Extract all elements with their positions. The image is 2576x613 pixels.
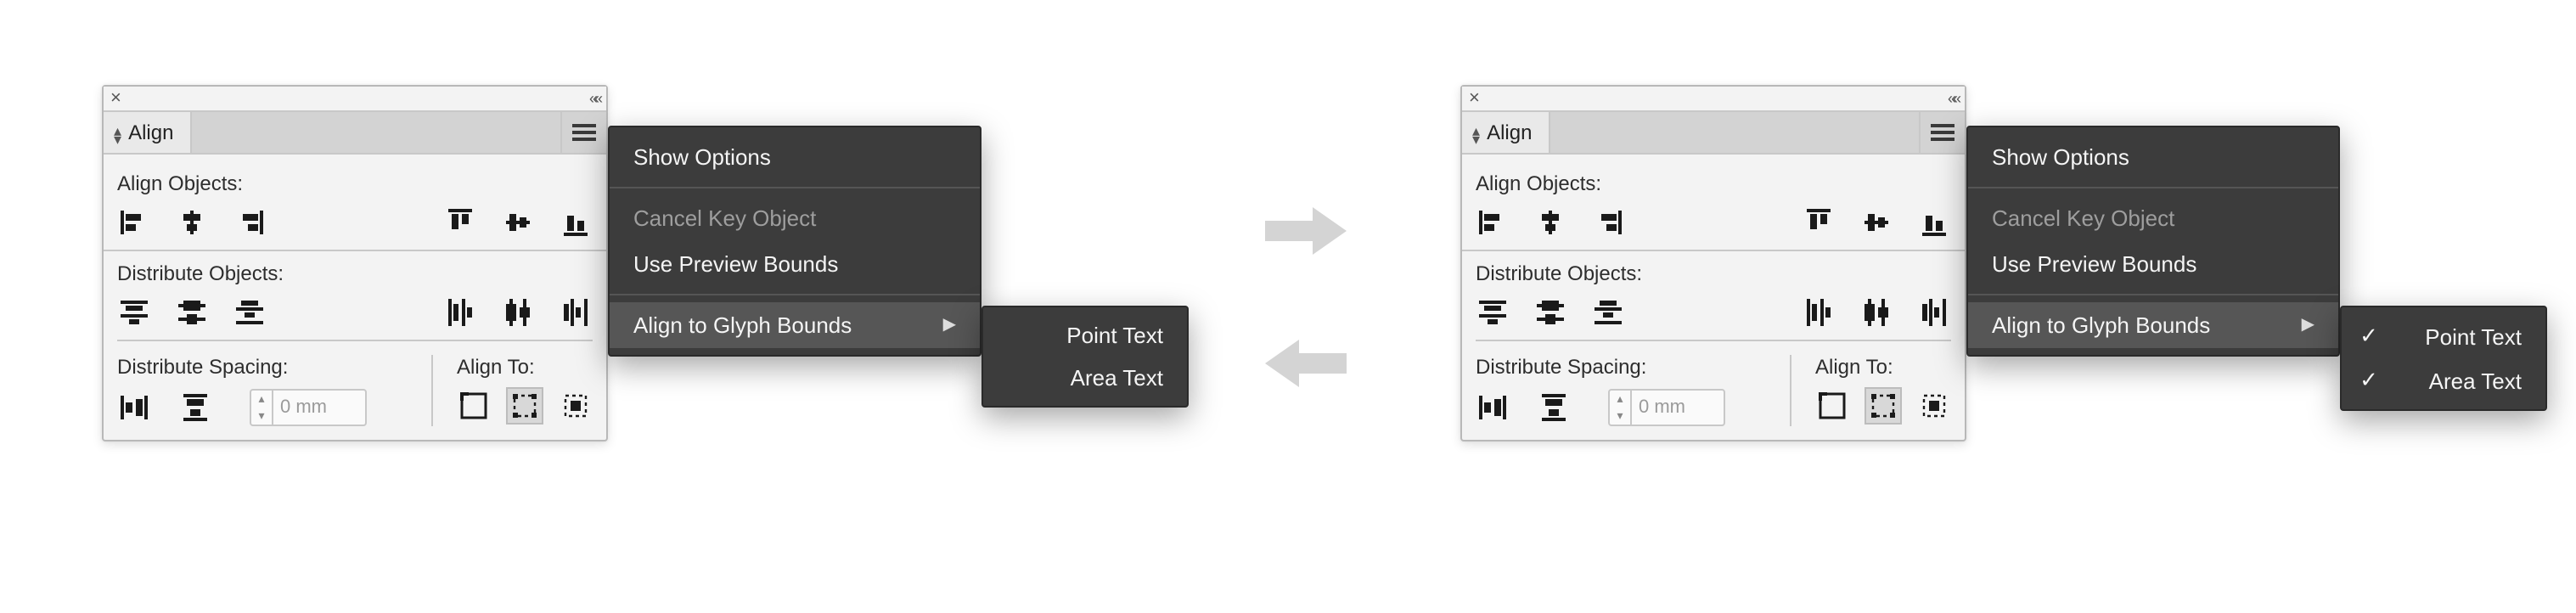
menu-show-options[interactable]: Show Options bbox=[610, 134, 980, 180]
align-to-label: Align To: bbox=[1815, 355, 1951, 379]
collapse-icon[interactable]: «« bbox=[589, 90, 599, 107]
transition-arrows bbox=[1265, 204, 1347, 391]
align-vcenter-button[interactable] bbox=[501, 205, 535, 239]
check-icon: ✓ bbox=[2359, 323, 2379, 350]
align-panel: × «« ▴▾ Align Align Objects: bbox=[1460, 85, 1966, 441]
align-panel: × «« ▴▾ Align Align Objects: bbox=[102, 85, 608, 441]
panel-tab-bar: ▴▾ Align bbox=[1462, 112, 1965, 155]
align-panel-with-menu-right: × «« ▴▾ Align Align Objects: bbox=[1460, 85, 1966, 441]
glyph-bounds-submenu: Point Text Area Text bbox=[981, 306, 1189, 408]
chevron-right-icon: ▶ bbox=[943, 316, 956, 335]
collapse-icon[interactable]: «« bbox=[1948, 90, 1958, 107]
menu-align-to-glyph-bounds[interactable]: Align to Glyph Bounds▶ bbox=[610, 302, 980, 348]
hdist-left-button[interactable] bbox=[443, 295, 477, 329]
submenu-area-text[interactable]: ✓Area Text bbox=[2342, 358, 2545, 402]
hspace-button[interactable] bbox=[178, 391, 212, 425]
align-left-button[interactable] bbox=[1476, 205, 1510, 239]
align-objects-label: Align Objects: bbox=[117, 172, 593, 195]
align-hcenter-button[interactable] bbox=[175, 205, 209, 239]
align-to-selection-button[interactable] bbox=[1866, 389, 1900, 423]
menu-separator bbox=[610, 294, 980, 295]
hdist-right-button[interactable] bbox=[1917, 295, 1951, 329]
align-top-button[interactable] bbox=[443, 205, 477, 239]
align-right-button[interactable] bbox=[1591, 205, 1625, 239]
submenu-area-text[interactable]: Area Text bbox=[983, 357, 1187, 399]
menu-use-preview-bounds[interactable]: Use Preview Bounds bbox=[610, 241, 980, 287]
align-panel-with-menu-left: × «« ▴▾ Align Align Objects: bbox=[102, 85, 608, 441]
vdist-bottom-button[interactable] bbox=[233, 295, 267, 329]
panel-flyout-menu: Show Options Cancel Key Object Use Previ… bbox=[608, 126, 981, 357]
menu-align-to-glyph-bounds[interactable]: Align to Glyph Bounds▶ bbox=[1968, 302, 2338, 348]
align-to-key-object-button[interactable] bbox=[559, 389, 593, 423]
tab-align[interactable]: ▴▾ Align bbox=[1462, 112, 1550, 153]
chevron-right-icon: ▶ bbox=[2302, 316, 2314, 335]
align-right-button[interactable] bbox=[233, 205, 267, 239]
vdist-center-button[interactable] bbox=[175, 295, 209, 329]
align-to-artboard-button[interactable] bbox=[1815, 389, 1849, 423]
hamburger-icon bbox=[572, 124, 596, 141]
menu-cancel-key-object: Cancel Key Object bbox=[610, 195, 980, 241]
align-to-artboard-button[interactable] bbox=[457, 389, 491, 423]
stepper-arrows-icon[interactable]: ▴▾ bbox=[1610, 391, 1632, 425]
hamburger-icon bbox=[1931, 124, 1954, 141]
panel-drag-bar[interactable]: × «« bbox=[1462, 87, 1965, 112]
distribute-objects-label: Distribute Objects: bbox=[117, 262, 593, 285]
align-to-label: Align To: bbox=[457, 355, 593, 379]
align-left-button[interactable] bbox=[117, 205, 151, 239]
align-vcenter-button[interactable] bbox=[1859, 205, 1893, 239]
vdist-bottom-button[interactable] bbox=[1591, 295, 1625, 329]
distribute-spacing-label: Distribute Spacing: bbox=[1476, 355, 1752, 379]
panel-flyout-button[interactable] bbox=[1919, 112, 1965, 153]
hspace-button[interactable] bbox=[1537, 391, 1571, 425]
distribute-spacing-label: Distribute Spacing: bbox=[117, 355, 394, 379]
align-top-button[interactable] bbox=[1802, 205, 1836, 239]
stepper-arrows-icon[interactable]: ▴▾ bbox=[251, 391, 273, 425]
spacing-input[interactable] bbox=[1632, 391, 1724, 425]
submenu-point-text[interactable]: Point Text bbox=[983, 314, 1187, 357]
close-icon[interactable]: × bbox=[110, 89, 121, 108]
align-to-key-object-button[interactable] bbox=[1917, 389, 1951, 423]
menu-show-options[interactable]: Show Options bbox=[1968, 134, 2338, 180]
close-icon[interactable]: × bbox=[1469, 89, 1480, 108]
distribute-objects-label: Distribute Objects: bbox=[1476, 262, 1951, 285]
align-to-selection-button[interactable] bbox=[508, 389, 542, 423]
hdist-right-button[interactable] bbox=[559, 295, 593, 329]
vdist-top-button[interactable] bbox=[1476, 295, 1510, 329]
menu-cancel-key-object: Cancel Key Object bbox=[1968, 195, 2338, 241]
panel-flyout-menu: Show Options Cancel Key Object Use Previ… bbox=[1966, 126, 2340, 357]
panel-drag-bar[interactable]: × «« bbox=[104, 87, 606, 112]
align-bottom-button[interactable] bbox=[1917, 205, 1951, 239]
menu-separator bbox=[610, 187, 980, 188]
panel-tab-bar: ▴▾ Align bbox=[104, 112, 606, 155]
vdist-center-button[interactable] bbox=[1533, 295, 1567, 329]
panel-flyout-button[interactable] bbox=[560, 112, 606, 153]
hdist-center-button[interactable] bbox=[1859, 295, 1893, 329]
vdist-top-button[interactable] bbox=[117, 295, 151, 329]
tab-label: Align bbox=[1487, 121, 1532, 144]
spacing-input[interactable] bbox=[273, 391, 365, 425]
arrow-right-icon bbox=[1265, 204, 1347, 258]
align-hcenter-button[interactable] bbox=[1533, 205, 1567, 239]
tab-align[interactable]: ▴▾ Align bbox=[104, 112, 192, 153]
hdist-left-button[interactable] bbox=[1802, 295, 1836, 329]
submenu-point-text[interactable]: ✓Point Text bbox=[2342, 314, 2545, 358]
spacing-spinbox[interactable]: ▴▾ bbox=[1608, 389, 1725, 426]
sort-handle-icon: ▴▾ bbox=[1472, 124, 1480, 141]
vspace-button[interactable] bbox=[117, 391, 151, 425]
menu-separator bbox=[1968, 187, 2338, 188]
tab-label: Align bbox=[128, 121, 173, 144]
check-icon: ✓ bbox=[2359, 367, 2379, 394]
align-bottom-button[interactable] bbox=[559, 205, 593, 239]
menu-separator bbox=[1968, 294, 2338, 295]
align-objects-label: Align Objects: bbox=[1476, 172, 1951, 195]
sort-handle-icon: ▴▾ bbox=[114, 124, 121, 141]
vspace-button[interactable] bbox=[1476, 391, 1510, 425]
hdist-center-button[interactable] bbox=[501, 295, 535, 329]
glyph-bounds-submenu: ✓Point Text ✓Area Text bbox=[2340, 306, 2547, 411]
arrow-left-icon bbox=[1265, 336, 1347, 391]
menu-use-preview-bounds[interactable]: Use Preview Bounds bbox=[1968, 241, 2338, 287]
spacing-spinbox[interactable]: ▴▾ bbox=[250, 389, 367, 426]
